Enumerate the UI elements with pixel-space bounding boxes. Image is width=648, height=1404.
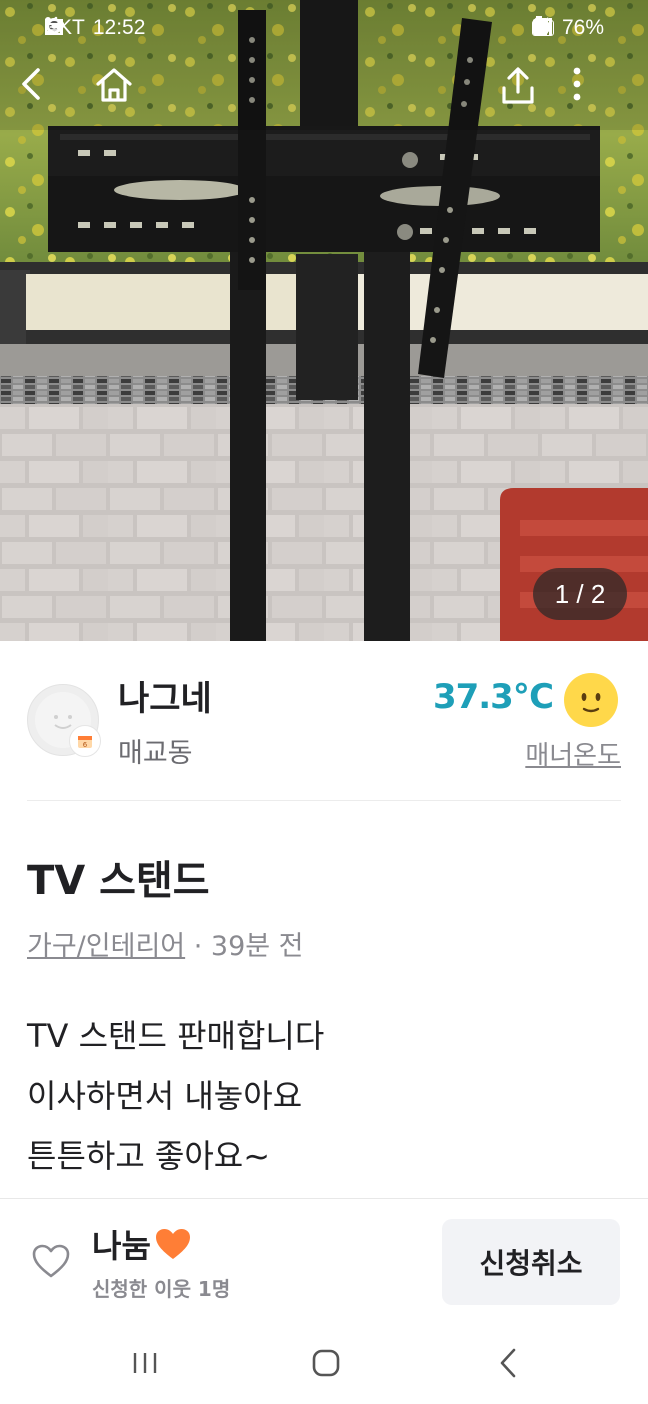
bottom-action-bar: 나눔 신청한 이웃 1명 신청취소 [0, 1198, 648, 1327]
recent-apps-icon [133, 1353, 157, 1373]
home-square-icon [312, 1349, 340, 1377]
more-options-button[interactable] [572, 66, 628, 122]
status-bar: SKT 12:52 76% [0, 0, 648, 58]
recent-apps-button[interactable] [115, 1340, 175, 1386]
badge-icon: 6 [69, 725, 101, 757]
svg-text:6: 6 [83, 741, 88, 749]
manner-temperature-link[interactable]: 매너온도 [525, 735, 621, 772]
price-label: 나눔 [92, 1221, 193, 1267]
applicant-count: 신청한 이웃 1명 [92, 1277, 231, 1301]
back-button[interactable] [18, 66, 74, 122]
calendar-badge-icon: 6 [78, 736, 92, 749]
share-button[interactable] [498, 66, 554, 122]
more-vertical-icon [573, 67, 581, 101]
seller-nickname[interactable]: 나그네 [118, 671, 212, 720]
back-nav-button[interactable] [478, 1340, 538, 1386]
cancel-application-button[interactable]: 신청취소 [442, 1219, 620, 1305]
post-body: TV 스탠드 판매합니다 이사하면서 내놓아요 튼튼하고 좋아요~ [27, 1006, 324, 1186]
orange-heart-icon [155, 1229, 190, 1259]
battery-percent: 76% [561, 16, 604, 39]
home-button[interactable] [94, 66, 150, 122]
price-text: 나눔 [92, 1227, 151, 1265]
home-icon [96, 68, 132, 102]
back-arrow-icon [22, 68, 40, 100]
post-body-line: 이사하면서 내놓아요 [27, 1077, 303, 1115]
clock: 12:52 [92, 16, 146, 39]
heart-outline-icon[interactable] [31, 1243, 71, 1279]
notification-dot-icon [45, 17, 51, 23]
post-meta: 가구/인테리어 · 39분 전 [27, 924, 304, 963]
back-chevron-icon [500, 1348, 516, 1378]
divider [27, 800, 621, 801]
category-link[interactable]: 가구/인테리어 [27, 931, 185, 962]
share-icon [502, 67, 534, 104]
home-nav-button[interactable] [296, 1340, 356, 1386]
seller-region: 매교동 [118, 738, 193, 769]
seller-profile[interactable]: 6 나그네 매교동 37.3℃ 매너온도 [0, 641, 648, 801]
post-time: · 39분 전 [185, 931, 304, 962]
post-title: TV 스탠드 [27, 858, 210, 904]
post-body-line: TV 스탠드 판매합니다 [27, 1017, 325, 1055]
system-navigation-bar [0, 1326, 648, 1404]
smiley-face-icon [564, 673, 618, 727]
image-pager: 1 / 2 [533, 568, 627, 620]
top-navigation [0, 66, 648, 122]
battery-icon [532, 16, 545, 35]
manner-temperature: 37.3℃ [432, 677, 554, 717]
product-image[interactable]: SKT 12:52 76% 1 / 2 [0, 0, 648, 641]
post-body-line: 튼튼하고 좋아요~ [27, 1137, 271, 1175]
